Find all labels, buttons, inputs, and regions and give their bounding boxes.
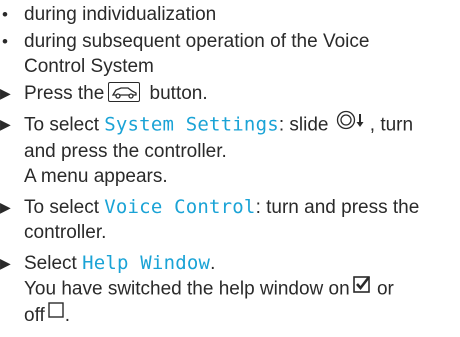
bullet-item: • during individualization (0, 2, 460, 27)
step-text-continued: and press the controller. (24, 141, 227, 162)
checkbox-checked-icon (350, 274, 372, 301)
car-icon (108, 81, 141, 102)
step-item: ▶ To select System Settings: slide , tur… (0, 110, 460, 189)
step-text-continued: controller. (24, 222, 107, 243)
bullet-text: during subsequent operation of the Voice (24, 31, 370, 52)
step-text: Select (24, 253, 83, 274)
bullet-item: • during subsequent operation of the Voi… (0, 29, 460, 79)
step-item: ▶ To select Voice Control: turn and pres… (0, 195, 460, 245)
step-text: . (210, 253, 216, 274)
step-result: You have switched the help window on (24, 278, 350, 300)
bullet-marker: • (2, 32, 8, 51)
step-result: off (24, 305, 45, 326)
menu-item-help-window: Help Window (82, 252, 211, 274)
menu-item-system-settings: System Settings (104, 113, 279, 136)
step-text: : slide (278, 114, 334, 136)
step-result: A menu appears. (24, 166, 168, 187)
step-arrow-icon: ▶ (0, 116, 11, 132)
step-arrow-icon: ▶ (0, 199, 11, 215)
menu-item-voice-control: Voice Control (104, 196, 256, 218)
step-text: : turn and press the (255, 197, 420, 218)
step-item: ▶ Select Help Window. You have switched … (0, 251, 460, 328)
bullet-text-continued: Control System (24, 56, 154, 77)
checkbox-empty-icon (45, 301, 65, 326)
step-arrow-icon: ▶ (0, 85, 11, 101)
step-text: Press the (24, 83, 105, 104)
bullet-text: during individualization (24, 4, 217, 25)
step-text: To select (24, 197, 105, 218)
controller-slide-down-icon (336, 110, 370, 137)
step-arrow-icon: ▶ (0, 255, 11, 271)
step-text: To select (24, 114, 105, 136)
instruction-list: • during individualization • during subs… (0, 2, 460, 328)
step-item: ▶ Press the button. (0, 81, 460, 106)
step-result: . (64, 305, 71, 326)
step-result: or (371, 278, 394, 300)
step-text: button. (144, 83, 208, 104)
bullet-marker: • (2, 5, 8, 24)
step-text: , turn (369, 114, 414, 136)
